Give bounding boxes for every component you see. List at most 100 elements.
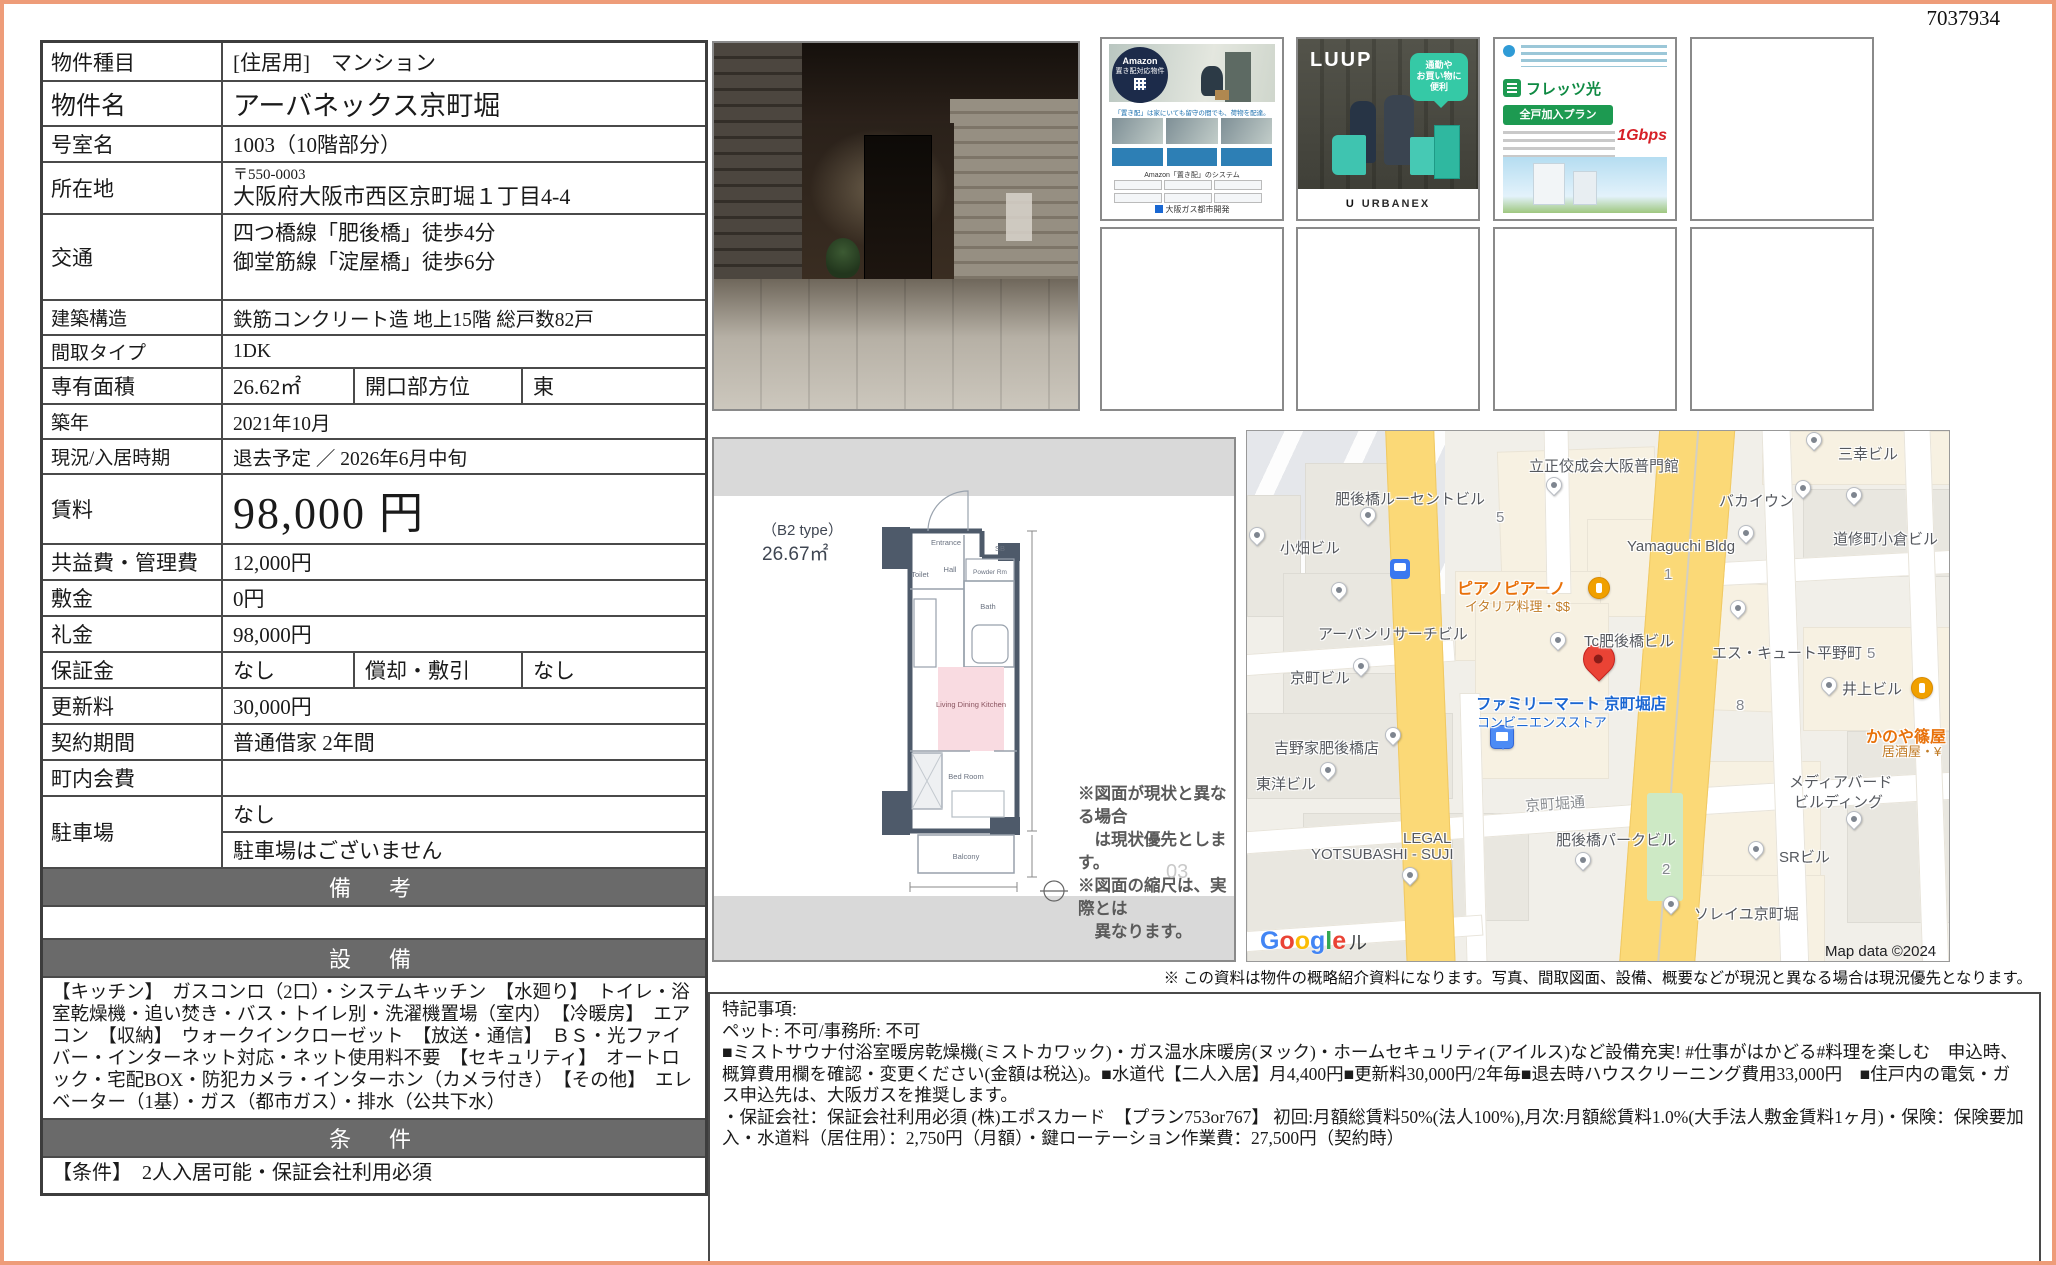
map-label: アーバンリサーチビル (1318, 623, 1468, 644)
row-value: 2021年10月 (223, 405, 705, 438)
room-label-bath: Bath (980, 602, 995, 611)
row-label: 号室名 (43, 127, 223, 161)
access-line: 御堂筋線「淀屋橋」徒歩6分 (233, 248, 496, 277)
amazon-badge: Amazon 置き配対応物件 (1112, 47, 1168, 103)
row-label: 建築構造 (43, 301, 223, 334)
map-pin-icon (1572, 849, 1595, 872)
map-label: 小畑ビル (1280, 537, 1340, 558)
row-value: 鉄筋コンクリート造 地上15階 総戸数82戸 (223, 301, 705, 334)
row-value: 1DK (223, 336, 705, 367)
location-map[interactable]: 肥後橋ルーセントビル 小畑ビル 立正佼成会大阪普門館 三幸ビル バカイウン 道修… (1246, 430, 1950, 962)
map-label: LEGAL (1403, 830, 1451, 847)
map-label: メディアバード (1789, 771, 1892, 792)
map-pin-icon (1735, 522, 1758, 545)
section-body-joken: 【条件】 2人入居可能・保証会社利用必須 (43, 1158, 705, 1193)
postal-code: 〒550-0003 (233, 165, 306, 184)
google-letter: o (1295, 927, 1310, 955)
map-label: ビルディング (1794, 791, 1883, 812)
table-row: 駐車場 なし 駐車場はございません (43, 797, 705, 869)
row-value: 1003（10階部分） (223, 127, 705, 161)
floorplan-page-number: 03 (1166, 861, 1188, 884)
row-value (223, 761, 705, 795)
row-label: 更新料 (43, 689, 223, 723)
row-value: 98,000円 (223, 617, 705, 651)
luup-bubble-line: お買い物に (1410, 71, 1468, 82)
amazon-footer: 大阪ガス都市開発 (1102, 204, 1282, 215)
luup-charging-station (1434, 125, 1460, 179)
entrance-photo (712, 41, 1080, 411)
map-label: Tc肥後橋ビル (1584, 630, 1674, 651)
row-label: 所在地 (43, 163, 223, 213)
osakagas-logo-icon (1155, 205, 1163, 213)
thumbnail-flets-flyer: フレッツ光 全戸加入プラン 1Gbps (1493, 37, 1677, 221)
qr-code-icon (1134, 78, 1146, 90)
row-label: 間取タイプ (43, 336, 223, 367)
row-label: 専有面積 (43, 369, 223, 403)
flets-header-textlines (1521, 45, 1667, 67)
photo-plant (826, 238, 860, 278)
map-road-label: 京町堀通 (1524, 791, 1585, 816)
ntt-logo-icon (1503, 45, 1515, 57)
table-row: 賃料 98,000 円 (43, 475, 705, 545)
remarks-title: 特記事項: (722, 999, 2027, 1021)
row-label: 保証金 (43, 653, 223, 687)
special-remarks-box: 特記事項: ペット: 不可/事務所: 不可 ■ミストサウナ付浴室暖房乾燥機(ミス… (708, 992, 2041, 1264)
row-label: 築年 (43, 405, 223, 438)
row-label: 礼金 (43, 617, 223, 651)
thumbnail-empty (1690, 37, 1874, 221)
table-row: 町内会費 (43, 761, 705, 797)
row-value: 〒550-0003 大阪府大阪市西区京町堀１丁目4-4 (223, 163, 705, 213)
row-label: 賃料 (43, 475, 223, 543)
map-label: エス・キュート平野町 (1712, 642, 1862, 663)
photo-floor (714, 279, 1078, 409)
flets-logo-icon (1503, 79, 1521, 97)
flets-building (1573, 171, 1597, 205)
amazon-photo-strip (1112, 118, 1272, 144)
remarks-paragraph: ・保証会社：保証会社利用必須 (株)エポスカード 【プラン753or767】 初… (722, 1107, 2027, 1150)
property-name: アーバネックス京町堀 (223, 82, 705, 125)
amazon-badge-line2: 置き配対応物件 (1112, 66, 1168, 76)
row-sub-value: なし (523, 653, 705, 687)
document-number: 7037934 (1927, 6, 2001, 31)
table-row: 更新料 30,000円 (43, 689, 705, 725)
disclaimer-note: ※ この資料は物件の概略紹介資料になります。写真、間取図面、設備、概要などが現況… (1072, 966, 2032, 988)
map-label: 吉野家肥後橋店 (1274, 737, 1379, 758)
table-row: 保証金 なし 償却・敷引 なし (43, 653, 705, 689)
floorplan-note-line: 異なります。 (1078, 921, 1234, 944)
luup-bubble-line: 便利 (1410, 82, 1468, 93)
section-header-biko: 備 考 (43, 869, 705, 907)
remarks-pets: ペット: 不可/事務所: 不可 (722, 1021, 2027, 1043)
room-label-ldk: Living Dining Kitchen (936, 700, 1006, 709)
room-label-sb: SB (995, 544, 1005, 553)
row-value: 26.62㎡ (223, 369, 353, 403)
restaurant-pin-icon (1911, 677, 1933, 699)
section-header-joken: 条 件 (43, 1120, 705, 1158)
section-header-setsubi: 設 備 (43, 940, 705, 978)
floorplan-panel: Entrance SB Toilet Hall Powder Rm Bath L… (712, 437, 1236, 962)
table-row: 交通 四つ橋線「肥後橋」徒歩4分 御堂筋線「淀屋橋」徒歩6分 (43, 215, 705, 301)
floorplan-note-line: ※図面が現状と異なる場合 (1078, 783, 1234, 829)
table-row: 専有面積 26.62㎡ 開口部方位 東 (43, 369, 705, 405)
table-row: 号室名 1003（10階部分） (43, 127, 705, 163)
row-value: 四つ橋線「肥後橋」徒歩4分 御堂筋線「淀屋橋」徒歩6分 (223, 215, 705, 299)
map-label: 三幸ビル (1838, 443, 1898, 464)
table-row: 礼金 98,000円 (43, 617, 705, 653)
map-label: バカイウン (1719, 490, 1794, 511)
map-attribution: Map data ©2024 (1825, 943, 1936, 960)
row-label: 町内会費 (43, 761, 223, 795)
remarks-paragraph: ■ミストサウナ付浴室暖房乾燥機(ミストカワック)・ガス温水床暖房(ヌック)・ホー… (722, 1042, 2027, 1107)
property-sheet: 7037934 物件種目 [住居用] マンション 物件名 アーバネックス京町堀 … (0, 0, 2056, 1265)
flets-body-textlines (1503, 131, 1615, 157)
amazon-caption: 「置き配」は家にいても留守の間でも、荷物を配達。 (1108, 107, 1276, 117)
google-letter: o (1279, 927, 1294, 955)
luup-bubble-line: 通勤や (1410, 60, 1468, 71)
luup-speech-bubble: 通勤や お買い物に 便利 (1410, 53, 1468, 101)
urbanex-logo-icon: U (1346, 198, 1356, 210)
section-body-biko (43, 907, 705, 940)
thumbnail-empty (1690, 227, 1874, 411)
property-table: 物件種目 [住居用] マンション 物件名 アーバネックス京町堀 号室名 1003… (40, 40, 708, 1196)
thumbnail-luup: LUUP 通勤や お買い物に 便利 U URBANEX (1296, 37, 1480, 221)
row-label: 交通 (43, 215, 223, 299)
room-label-powder: Powder Rm (973, 569, 1007, 576)
row-label: 物件名 (43, 82, 223, 125)
